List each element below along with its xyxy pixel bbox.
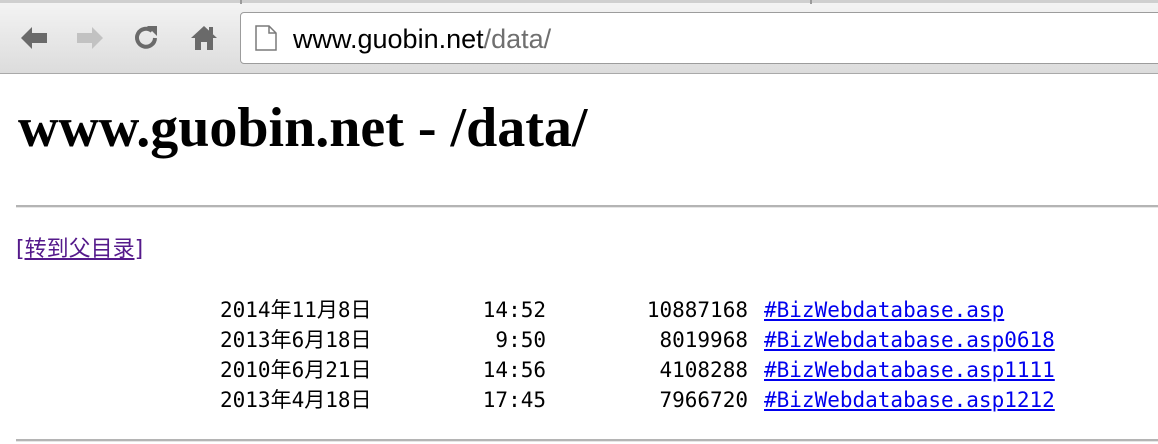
address-text[interactable]: www.guobin.net/data/ — [293, 24, 551, 54]
file-date: 2014年11月8日 — [220, 298, 372, 322]
file-date: 2013年6月18日 — [220, 328, 372, 352]
file-row: 2013年6月18日 9:50 8019968 #BizWebdatabase.… — [0, 325, 1158, 355]
file-link[interactable]: #BizWebdatabase.asp0618 — [764, 325, 1055, 355]
home-button[interactable] — [186, 20, 222, 56]
file-time: 9:50 — [495, 328, 546, 352]
file-link[interactable]: #BizWebdatabase.asp1212 — [764, 385, 1055, 415]
forward-arrow-icon — [77, 27, 103, 49]
back-button[interactable] — [16, 20, 52, 56]
file-link[interactable]: #BizWebdatabase.asp — [764, 295, 1004, 325]
page-title: www.guobin.net - /data/ — [18, 97, 588, 159]
file-row: 2013年4月18日 17:45 7966720 #BizWebdatabase… — [0, 385, 1158, 415]
file-date: 2013年4月18日 — [220, 388, 372, 412]
parent-directory-link[interactable]: [转到父目录] — [16, 235, 143, 265]
file-row: 2014年11月8日 14:52 10887168 #BizWebdatabas… — [0, 295, 1158, 325]
file-time: 17:45 — [482, 388, 546, 412]
divider — [16, 205, 1158, 208]
page-icon — [255, 25, 277, 51]
file-time: 14:56 — [482, 358, 546, 382]
back-arrow-icon — [21, 27, 47, 49]
reload-button[interactable] — [128, 20, 164, 56]
file-size: 10887168 — [646, 298, 748, 322]
url-host: www.guobin.net — [293, 24, 484, 54]
divider — [16, 439, 1158, 442]
file-time: 14:52 — [482, 298, 546, 322]
url-path: /data/ — [483, 24, 552, 54]
reload-icon — [135, 26, 157, 49]
browser-toolbar: www.guobin.net/data/ — [0, 0, 1158, 74]
file-size: 7966720 — [659, 388, 748, 412]
file-size: 4108288 — [659, 358, 748, 382]
file-link[interactable]: #BizWebdatabase.asp1111 — [764, 355, 1055, 385]
forward-button[interactable] — [72, 20, 108, 56]
file-row: 2010年6月21日 14:56 4108288 #BizWebdatabase… — [0, 355, 1158, 385]
tab-divider — [240, 0, 242, 4]
file-date: 2010年6月21日 — [220, 358, 372, 382]
tab-divider — [810, 0, 812, 4]
address-bar[interactable]: www.guobin.net/data/ — [240, 12, 1158, 64]
file-listing: 2014年11月8日 14:52 10887168 #BizWebdatabas… — [0, 295, 1158, 415]
file-size: 8019968 — [659, 328, 748, 352]
home-icon — [191, 26, 217, 50]
tab-strip-edge — [0, 0, 1158, 3]
